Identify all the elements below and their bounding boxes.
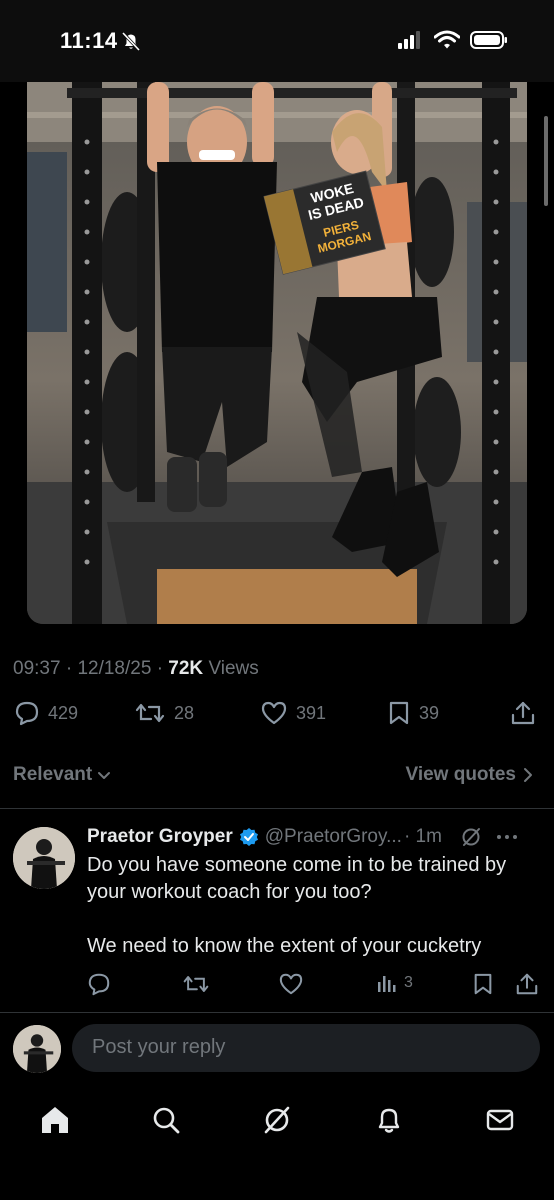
heart-icon[interactable]: [278, 972, 304, 996]
reply-author-name[interactable]: Praetor Groyper: [87, 826, 233, 848]
reply-button[interactable]: 429: [14, 700, 78, 726]
repost-icon[interactable]: [182, 972, 210, 996]
bookmark-icon: [389, 701, 409, 725]
gym-photo: WOKE IS DEAD PIERS MORGAN: [27, 82, 527, 624]
wifi-icon: [434, 30, 460, 49]
views-button[interactable]: 3: [376, 972, 413, 994]
avatar-image: [13, 827, 75, 889]
like-button[interactable]: 391: [260, 700, 326, 726]
like-count: 391: [296, 702, 327, 723]
share-icon: [511, 701, 535, 725]
tweet-meta: 09:37 · 12/18/25 · 72K Views: [13, 658, 259, 679]
views-count: 3: [404, 974, 413, 991]
repost-icon: [135, 703, 165, 723]
grok-icon: [264, 1106, 290, 1134]
signal-icon: [398, 31, 420, 49]
reply-avatar[interactable]: [13, 827, 75, 889]
chevron-down-icon: [98, 772, 111, 779]
bookmark-icon[interactable]: [472, 972, 494, 996]
reply-text: Do you have someone come in to be traine…: [87, 852, 537, 960]
sort-dropdown[interactable]: Relevant: [13, 764, 112, 786]
status-time: 11:14: [60, 28, 118, 53]
my-avatar: [13, 1025, 61, 1073]
tweet-action-bar: 429 28 391 39: [0, 700, 554, 736]
tweet-date: 12/18/25: [77, 658, 152, 679]
repost-count: 28: [174, 702, 195, 723]
heart-icon: [261, 701, 287, 725]
share-button[interactable]: [510, 700, 536, 726]
status-bar: 11:14: [0, 0, 554, 82]
sort-label: Relevant: [13, 764, 93, 785]
home-icon: [42, 1107, 68, 1133]
reply-line-1: Do you have someone come in to be traine…: [87, 854, 507, 903]
tab-grok[interactable]: [259, 1102, 295, 1138]
more-icon[interactable]: [496, 833, 518, 841]
bell-icon: [378, 1108, 400, 1133]
bell-off-icon: [121, 31, 141, 52]
reply-icon: [15, 701, 39, 726]
tweet-image[interactable]: WOKE IS DEAD PIERS MORGAN: [27, 82, 527, 624]
verified-badge-icon: [239, 828, 258, 846]
search-icon: [153, 1107, 180, 1134]
tab-search[interactable]: [148, 1102, 184, 1138]
repost-button[interactable]: 28: [134, 700, 194, 726]
divider: [0, 1012, 554, 1013]
divider: [0, 808, 554, 809]
tweet-time: 09:37: [13, 658, 61, 679]
scroll-thumb[interactable]: [544, 116, 548, 206]
view-quotes-label: View quotes: [405, 764, 516, 785]
analytics-icon: [378, 976, 396, 992]
reply-line-2: We need to know the extent of your cucke…: [87, 935, 482, 957]
tab-notifications[interactable]: [371, 1102, 407, 1138]
reply-action-bar: 3: [0, 970, 554, 1000]
chevron-right-icon: [524, 768, 532, 782]
tweet-views-count: 72K: [168, 658, 204, 679]
bookmark-button[interactable]: 39: [387, 700, 439, 726]
tweet-views-label: Views: [208, 658, 259, 679]
avatar-image: [13, 1025, 61, 1073]
mail-icon: [486, 1109, 514, 1131]
reply-author-handle[interactable]: @PraetorGroy...: [265, 826, 402, 848]
reply-time: · 1m: [403, 826, 442, 847]
reply-composer[interactable]: [72, 1024, 540, 1072]
battery-icon: [470, 31, 507, 49]
grok-icon[interactable]: [460, 826, 482, 848]
reply-count: 429: [48, 702, 79, 723]
tab-home[interactable]: [37, 1102, 73, 1138]
reply-input[interactable]: [90, 1035, 514, 1060]
bottom-tab-bar: [0, 1084, 554, 1200]
reply-icon[interactable]: [87, 972, 111, 996]
view-quotes-link[interactable]: View quotes: [405, 764, 534, 786]
tab-messages[interactable]: [482, 1102, 518, 1138]
reply-header: Praetor Groyper @PraetorGroy... · 1m: [87, 824, 547, 850]
bookmark-count: 39: [419, 702, 440, 723]
share-icon[interactable]: [515, 972, 539, 996]
